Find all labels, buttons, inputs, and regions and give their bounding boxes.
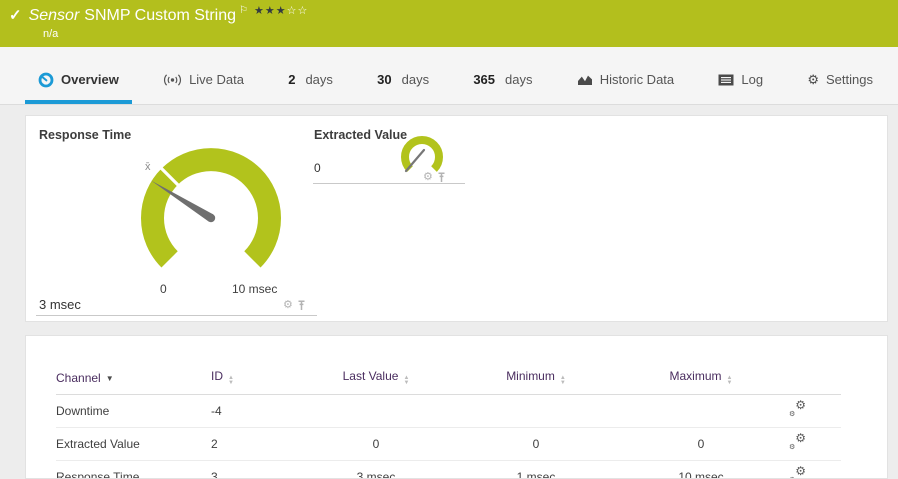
status-ok-icon: ✓ [9, 7, 22, 24]
channel-name: Extracted Value [56, 427, 211, 461]
tab-day-count: 365 [473, 72, 496, 87]
tab-label: Overview [61, 72, 119, 87]
column-label: Last Value [342, 369, 399, 383]
stars-empty: ☆☆ [286, 5, 309, 17]
sensor-type-label: Sensor [28, 7, 80, 24]
column-label: Minimum [506, 369, 555, 383]
channel-maximum: 0 [621, 427, 781, 461]
tab-overview[interactable]: Overview [25, 59, 132, 104]
table-row[interactable]: Downtime -4 ⚙ ⚙ [56, 394, 841, 428]
sensor-status-text: n/a [43, 28, 59, 40]
column-header-minimum[interactable]: Minimum ▲ ▼ [451, 364, 621, 395]
channel-last-value: 0 [301, 427, 451, 461]
stars-filled: ★★★ [254, 5, 287, 17]
tab-365-days[interactable]: 365 days [460, 59, 545, 104]
response-time-current-value: 3 msec [39, 297, 81, 312]
column-header-channel[interactable]: Channel ▼ [56, 364, 211, 395]
gauge-tools: ⚙ [423, 172, 446, 183]
tab-live-data[interactable]: Live Data [150, 59, 257, 104]
sort-icon: ▲ ▼ [559, 375, 566, 386]
gauge-divider [313, 183, 465, 184]
tab-label: Settings [825, 72, 873, 87]
tab-label: Historic Data [599, 72, 675, 87]
column-label: Channel [56, 370, 101, 385]
channel-id: 3 [211, 460, 301, 478]
tab-day-count: 2 [288, 72, 296, 87]
prtg-sensor-page: ✓ Sensor SNMP Custom String ⚐ ★★★☆☆ n/a O… [0, 0, 898, 479]
sort-icon: ▲ ▼ [726, 375, 733, 386]
tab-label: days [505, 72, 533, 87]
extracted-value-current-value: 0 [314, 161, 321, 175]
sort-icon: ▲ ▼ [228, 375, 234, 386]
live-data-icon [164, 73, 182, 86]
tab-label: Live Data [189, 72, 244, 87]
pin-icon[interactable] [437, 172, 446, 183]
gauge-scale-min: 0 [160, 282, 167, 296]
tab-historic-data[interactable]: Historic Data [564, 59, 687, 104]
channel-last-value [301, 394, 451, 428]
channel-settings-icon[interactable]: ⚙⚙ [789, 399, 806, 418]
channel-id: 2 [211, 427, 301, 461]
gauge-tools: ⚙ [283, 300, 306, 311]
tab-2-days[interactable]: 2 days [275, 59, 346, 104]
column-header-last-value[interactable]: Last Value ▲ ▼ [301, 364, 451, 395]
pin-icon[interactable] [297, 300, 306, 311]
tab-settings[interactable]: ⚙ Settings [794, 59, 886, 104]
table-row[interactable]: Extracted Value 2 0 0 0 ⚙ ⚙ [56, 427, 841, 461]
table-row[interactable]: Response Time 3 3 msec 1 msec 10 msec ⚙⚙ [56, 460, 841, 478]
sensor-name: SNMP Custom String [84, 7, 237, 24]
column-label: ID [211, 369, 223, 383]
extracted-value-gauge-title: Extracted Value [314, 128, 408, 142]
page-title: Sensor SNMP Custom String [29, 6, 236, 25]
channel-settings-icon[interactable]: ⚙⚙ [789, 432, 806, 451]
sort-icon: ▲ ▼ [403, 375, 410, 386]
response-time-gauge [141, 148, 281, 268]
column-header-id[interactable]: ID ▲ ▼ [211, 364, 301, 395]
gauge-mean-marker: x̄ [145, 161, 151, 173]
tab-day-count: 30 [377, 72, 392, 87]
area-chart-icon [577, 75, 592, 85]
channel-settings-icon[interactable]: ⚙⚙ [789, 465, 806, 478]
channel-minimum: 1 msec [451, 460, 621, 478]
gauge-icon [38, 72, 54, 87]
gauge-divider [36, 315, 317, 316]
tab-30-days[interactable]: 30 days [364, 59, 442, 104]
channel-last-value: 3 msec [301, 460, 451, 478]
gear-icon: ⚙ [807, 72, 819, 87]
gauge-scale-max: 10 msec [232, 282, 278, 296]
column-header-actions [781, 364, 841, 395]
channel-maximum [621, 394, 781, 428]
channel-maximum: 10 msec [621, 460, 781, 478]
column-header-maximum[interactable]: Maximum ▲ ▼ [621, 364, 781, 395]
response-time-gauge-title: Response Time [39, 128, 132, 142]
tab-label: days [305, 72, 333, 87]
sensor-status-banner: ✓ Sensor SNMP Custom String ⚐ ★★★☆☆ n/a [0, 0, 898, 47]
channel-id: -4 [211, 394, 301, 428]
channels-table: Channel ▼ ID ▲ ▼ Last Value ▲ ▼ Minimum ▲ ▼ Max [56, 364, 841, 478]
sort-desc-icon: ▼ [105, 373, 114, 383]
column-label: Maximum [669, 369, 722, 383]
gear-icon[interactable]: ⚙ [283, 300, 293, 311]
priority-stars[interactable]: ★★★☆☆ [254, 6, 308, 17]
gauges-panel: Response Time x̄ 0 10 msec 3 msec ⚙ Extr… [25, 115, 888, 322]
gear-icon[interactable]: ⚙ [423, 172, 433, 183]
channel-minimum [451, 394, 621, 428]
table-header-row: Channel ▼ ID ▲ ▼ Last Value ▲ ▼ Minimum ▲ ▼ Max [56, 364, 841, 395]
tab-label: days [401, 72, 430, 87]
channel-minimum: 0 [451, 427, 621, 461]
channel-name: Downtime [56, 394, 211, 428]
tab-label: Log [741, 72, 764, 87]
flag-icon[interactable]: ⚐ [239, 6, 248, 16]
overview-content: Response Time x̄ 0 10 msec 3 msec ⚙ Extr… [0, 105, 898, 479]
channels-panel: Channel ▼ ID ▲ ▼ Last Value ▲ ▼ Minimum ▲ ▼ Max [25, 335, 888, 479]
tab-bar: Overview Live Data 2 days 30 days 365 da… [0, 47, 898, 105]
channel-name: Response Time [56, 460, 211, 478]
tab-log[interactable]: Log [705, 59, 776, 104]
log-icon [718, 74, 734, 85]
